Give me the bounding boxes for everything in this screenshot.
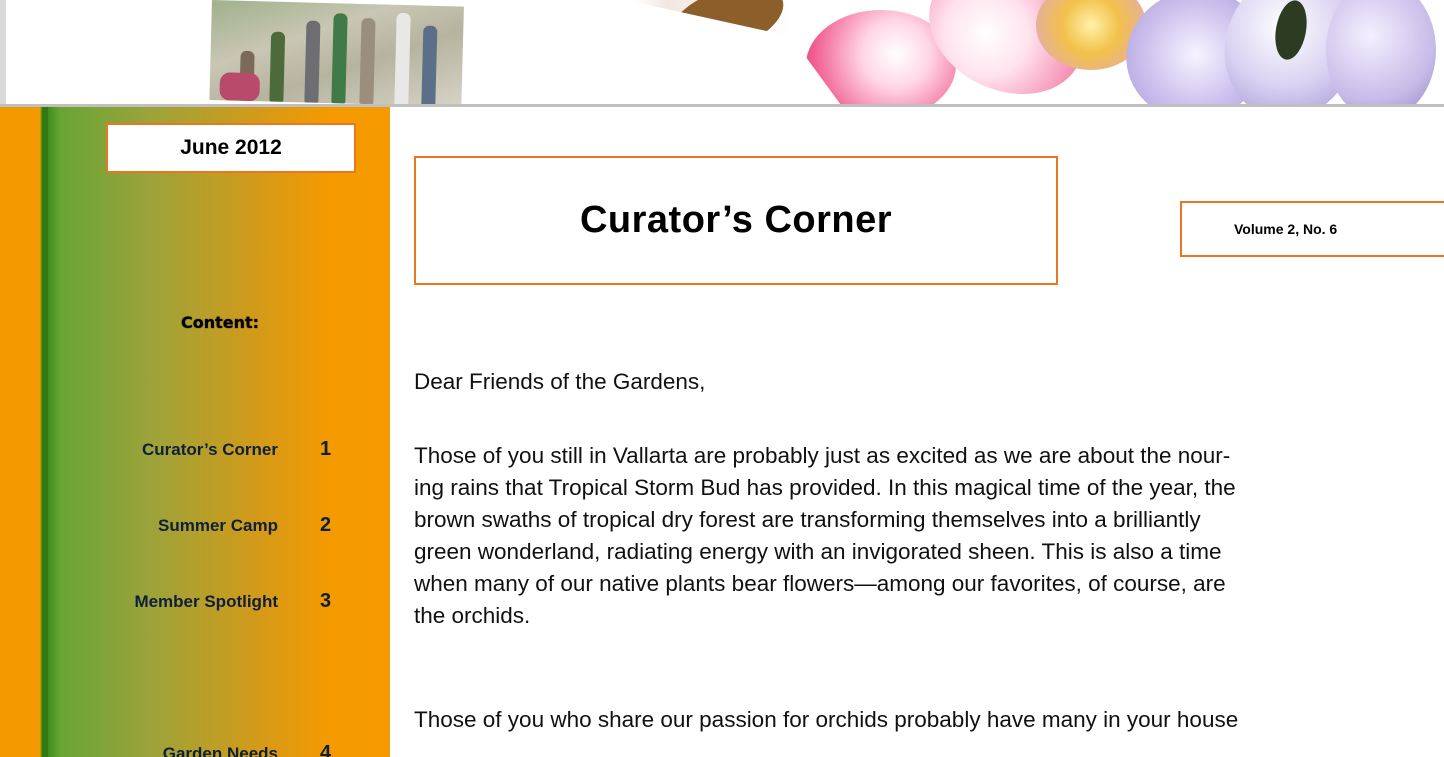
paragraph-2: Those of you who share our passion for o… <box>414 704 1444 736</box>
toc-page-number: 2 <box>320 514 332 536</box>
issue-date: June 2012 <box>106 123 356 173</box>
toc-label: Summer Camp <box>158 516 278 535</box>
header-banner <box>0 0 1444 107</box>
toc-item-summer-camp[interactable]: Summer Camp 2 <box>70 514 370 546</box>
toc-label: Garden Needs <box>162 744 278 757</box>
paragraph-line: green wonderland, radiating energy with … <box>414 539 1222 564</box>
volume-number: Volume 2, No. 6 <box>1234 221 1338 237</box>
flowers-photo <box>626 0 1444 104</box>
toc-page-number: 4 <box>320 742 332 757</box>
paragraph-line: ing rains that Tropical Storm Bud has pr… <box>414 475 1236 500</box>
article-title-box: Curator’s Corner <box>414 156 1058 285</box>
paragraph-line: brown swaths of tropical dry forest are … <box>414 507 1201 532</box>
toc-page-number: 3 <box>320 590 332 612</box>
paragraph-line: when many of our native plants bear flow… <box>414 571 1226 596</box>
toc-page-number: 1 <box>320 438 332 460</box>
paragraph-line: Those of you who share our passion for o… <box>414 707 1239 732</box>
toc-label: Member Spotlight <box>134 592 278 611</box>
contents-heading: Content: <box>180 313 260 332</box>
page: June 2012 Content: Curator’s Corner 1 Su… <box>0 0 1444 757</box>
market-photo <box>209 0 464 107</box>
sidebar <box>0 107 390 757</box>
article-title: Curator’s Corner <box>579 199 893 241</box>
toc-item-curators-corner[interactable]: Curator’s Corner 1 <box>70 438 370 470</box>
greeting: Dear Friends of the Gardens, <box>414 369 706 394</box>
volume-box: Volume 2, No. 6 <box>1180 201 1444 257</box>
toc-item-member-spotlight[interactable]: Member Spotlight 3 <box>70 590 370 622</box>
toc-label: Curator’s Corner <box>141 440 278 459</box>
paragraph-line: the orchids. <box>414 603 531 628</box>
paragraph-line: Those of you still in Vallarta are proba… <box>414 443 1231 468</box>
paragraph-1: Those of you still in Vallarta are proba… <box>414 440 1444 632</box>
toc-item-garden-needs[interactable]: Garden Needs 4 <box>70 742 370 757</box>
